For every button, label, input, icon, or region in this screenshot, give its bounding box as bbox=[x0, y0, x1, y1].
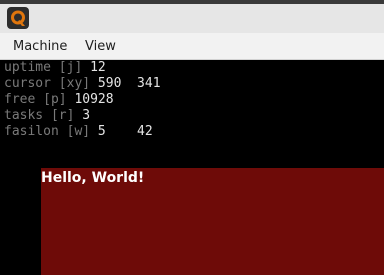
stat-free: free [p] 10928 bbox=[4, 92, 114, 108]
stat-label: fasilon [w] bbox=[4, 124, 91, 139]
stat-label: uptime [j] bbox=[4, 60, 83, 75]
menu-machine[interactable]: Machine bbox=[13, 39, 67, 54]
title-bar[interactable] bbox=[0, 4, 384, 33]
stat-value: 590 341 bbox=[97, 76, 161, 91]
qemu-icon bbox=[7, 7, 29, 29]
stat-value: 12 bbox=[90, 60, 106, 75]
stat-label: tasks [r] bbox=[4, 108, 75, 123]
stat-value: 5 42 bbox=[97, 124, 153, 139]
menu-bar: Machine View bbox=[0, 33, 384, 60]
window-title-text: Hello, World! bbox=[41, 170, 145, 186]
vm-display[interactable]: uptime [j] 12 cursor [xy] 590 341 free [… bbox=[0, 60, 384, 275]
stat-uptime: uptime [j] 12 bbox=[4, 60, 106, 76]
stat-fasilon: fasilon [w] 5 42 bbox=[4, 124, 153, 140]
menu-view[interactable]: View bbox=[85, 39, 116, 54]
stat-label: free [p] bbox=[4, 92, 67, 107]
stat-value: 3 bbox=[82, 108, 91, 123]
fragment-text: window bbox=[4, 0, 44, 3]
stat-cursor: cursor [xy] 590 341 bbox=[4, 76, 161, 92]
stat-label: cursor [xy] bbox=[4, 76, 91, 91]
stat-tasks: tasks [r] 3 bbox=[4, 108, 90, 124]
stat-value: 10928 bbox=[74, 92, 114, 107]
